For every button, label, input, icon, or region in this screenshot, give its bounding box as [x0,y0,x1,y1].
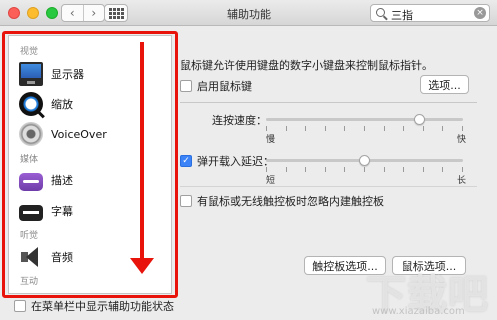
sidebar-item-display[interactable]: 显示器 [19,61,169,87]
speed-label: 连按速度： [212,114,267,127]
divider [180,186,477,187]
watermark-url: www.xiazaiba.com [372,306,465,317]
slider-tick [364,167,365,172]
annotation-arrow-head-icon [130,258,154,274]
sidebar: 视觉 显示器 缩放 VoiceOver 媒体 描述 字幕 听觉 音频 互动 [8,35,172,294]
zoom-icon [19,92,43,116]
navigation-buttons: ‹ › [61,4,105,22]
window-title: 辅助功能 [227,8,271,21]
spring-delay-label: 弹开载入延迟： [197,155,274,168]
annotation-arrow-line [140,42,144,264]
show-all-button[interactable] [104,4,128,22]
back-button[interactable]: ‹ [62,5,83,21]
slider-tick [462,167,463,172]
slider-tick [266,167,267,172]
sidebar-item-voiceover[interactable]: VoiceOver [19,121,169,147]
sidebar-item-label: 字幕 [51,205,73,218]
slider-tick [403,167,404,172]
ignore-trackpad-label: 有鼠标或无线触控板时忽略内建触控板 [197,195,384,208]
slider-tick [286,167,287,172]
enable-mouse-keys-checkbox[interactable] [180,80,192,92]
sidebar-item-zoom[interactable]: 缩放 [19,91,169,117]
sidebar-item-captions[interactable]: 字幕 [19,198,169,224]
spring-delay-slider-knob[interactable] [359,155,370,166]
mouse-keys-description: 鼠标键允许使用键盘的数字小键盘来控制鼠标指针。 [180,59,433,72]
slider-tick [442,167,443,172]
slider-tick [403,126,404,131]
sidebar-item-descriptions[interactable]: 描述 [19,167,169,193]
chevron-left-icon: ‹ [69,6,75,20]
voiceover-icon [19,122,43,146]
slider-tick [384,167,385,172]
speed-slider-knob[interactable] [414,114,426,125]
slider-tick [462,126,463,131]
audio-icon [19,245,43,269]
forward-button[interactable]: › [82,5,105,21]
slider-tick [364,126,365,131]
sidebar-section-media: 媒体 [20,155,39,165]
options-button[interactable]: 选项... [420,75,469,94]
close-window-button[interactable] [8,7,20,19]
enable-mouse-keys-label: 启用鼠标键 [197,80,252,93]
sidebar-item-label: VoiceOver [51,127,107,141]
sidebar-section-hearing: 听觉 [20,231,39,241]
spring-delay-option[interactable]: ✓ 弹开载入延迟： [180,153,274,169]
slider-tick [325,167,326,172]
slider-tick [344,126,345,131]
display-icon [19,62,43,86]
show-in-menubar-checkbox[interactable] [14,300,26,312]
captions-icon [19,205,43,221]
sidebar-section-vision: 视觉 [20,47,39,57]
slider-tick [442,126,443,131]
zoom-window-button[interactable] [46,7,58,19]
sidebar-item-label: 音频 [51,251,73,264]
ignore-trackpad-checkbox[interactable] [180,195,192,207]
sidebar-item-label: 缩放 [51,98,73,111]
sidebar-section-interaction: 互动 [20,277,39,287]
sidebar-item-label: 描述 [51,174,73,187]
descriptions-icon [19,172,43,191]
minimize-window-button[interactable] [27,7,39,19]
slider-tick [286,126,287,131]
speed-slider-track [266,118,463,121]
search-input[interactable]: 三指 [391,7,413,23]
spring-delay-min-label: 短 [266,176,276,186]
slider-tick [423,126,424,131]
search-field[interactable]: 三指 × [370,4,490,22]
slider-tick [384,126,385,131]
slider-tick [325,126,326,131]
title-bar: ‹ › 辅助功能 三指 × [0,0,497,26]
speed-min-label: 慢 [266,135,276,145]
slider-tick [305,167,306,172]
chevron-right-icon: › [91,6,97,20]
slider-tick [266,126,267,131]
divider [180,102,477,103]
enable-mouse-keys-option[interactable]: 启用鼠标键 [180,78,252,94]
speed-slider-ticks [266,126,463,131]
show-in-menubar-option[interactable]: 在菜单栏中显示辅助功能状态 [14,298,174,314]
show-in-menubar-label: 在菜单栏中显示辅助功能状态 [31,300,174,313]
slider-tick [423,167,424,172]
search-icon [376,8,385,17]
slider-tick [344,167,345,172]
ignore-trackpad-option[interactable]: 有鼠标或无线触控板时忽略内建触控板 [180,193,384,209]
spring-delay-max-label: 长 [457,176,467,186]
clear-search-icon[interactable]: × [474,7,486,19]
spring-delay-slider-ticks [266,167,463,172]
speed-max-label: 快 [457,135,467,145]
spring-delay-checkbox[interactable]: ✓ [180,155,192,167]
sidebar-item-label: 显示器 [51,68,84,81]
slider-tick [305,126,306,131]
